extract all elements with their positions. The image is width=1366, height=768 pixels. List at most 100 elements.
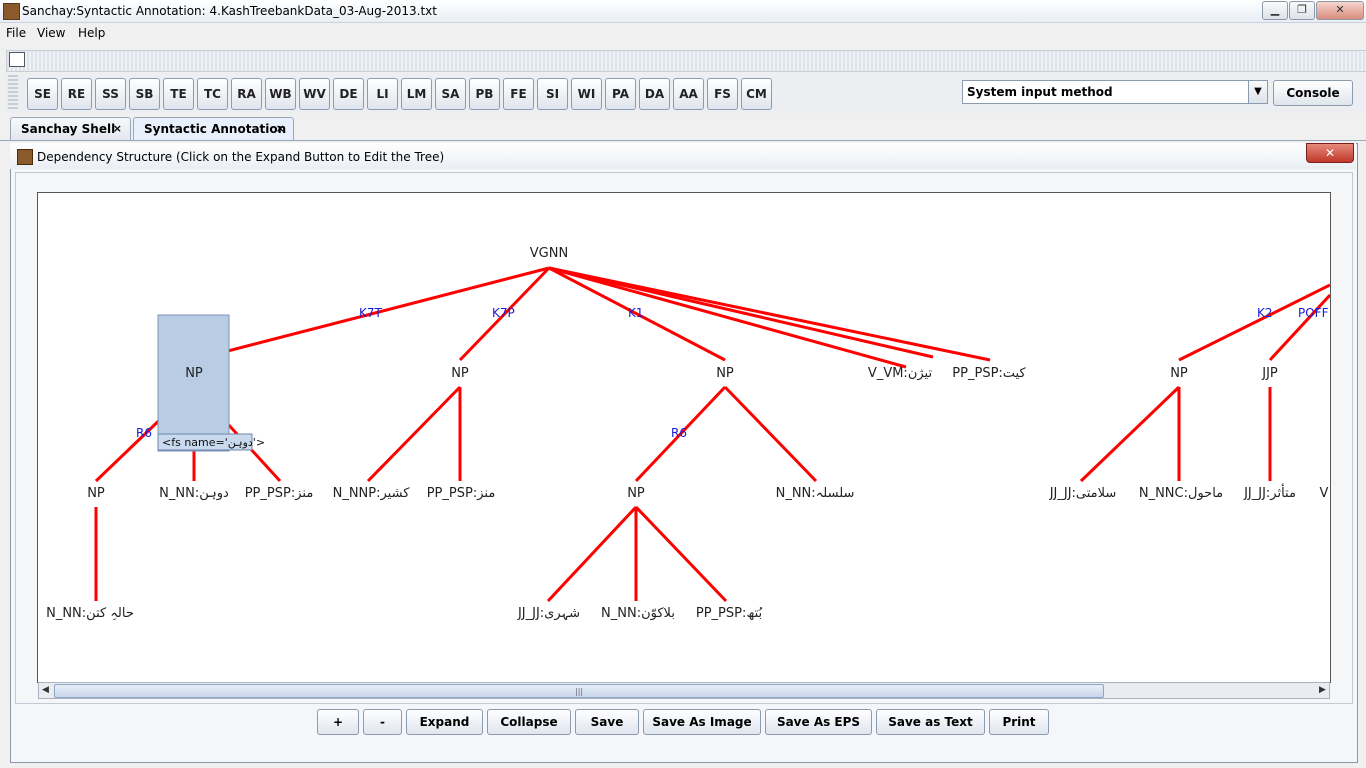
edge-label: K1 [628, 306, 644, 320]
tab-label: Sanchay Shell [21, 122, 116, 136]
close-icon[interactable]: × [276, 118, 285, 140]
tree-edge [723, 385, 818, 483]
tree-edge [1268, 293, 1330, 362]
maximize-button[interactable]: ❐ [1289, 1, 1315, 20]
edge-label: R6 [671, 426, 687, 440]
toolbar-button[interactable]: AA [673, 78, 704, 110]
tree-node[interactable]: NP [627, 486, 645, 501]
toolbar-button[interactable]: LM [401, 78, 432, 110]
app-icon [3, 3, 20, 20]
edge-label: R6 [136, 426, 152, 440]
toolbar-button[interactable]: TC [197, 78, 228, 110]
tree-edge [1079, 385, 1181, 483]
toolbar-strip [6, 50, 1366, 72]
toolbar-button[interactable]: DE [333, 78, 364, 110]
scroll-thumb[interactable]: ||| [54, 684, 1104, 698]
toolbar-button[interactable]: RE [61, 78, 92, 110]
tree-leaf[interactable]: JJ_JJ:متأثر [1243, 483, 1296, 501]
tab-syntactic-annotation[interactable]: Syntactic Annotation × [133, 117, 294, 140]
collapse-button[interactable]: Collapse [487, 709, 571, 735]
horizontal-scrollbar[interactable]: ◀ ||| ▶ [38, 682, 1330, 699]
tree-edge [1178, 283, 1330, 362]
tree-node[interactable]: NP [451, 366, 469, 381]
window-title: Sanchay:Syntactic Annotation: 4.KashTree… [22, 4, 437, 18]
toolbar-button[interactable]: DA [639, 78, 670, 110]
toolbar-grip[interactable] [8, 75, 18, 111]
toolbar-button[interactable]: PB [469, 78, 500, 110]
frame-title: Dependency Structure (Click on the Expan… [37, 150, 445, 164]
console-button[interactable]: Console [1273, 80, 1353, 106]
edge-label: POFF [1298, 306, 1329, 320]
tree-leaf[interactable]: JJ_JJ:شہری [517, 606, 580, 621]
zoom-out-button[interactable]: - [363, 709, 402, 735]
tree-leaf[interactable]: JJ_JJ:سلامتی [1049, 486, 1117, 501]
menu-bar: File View Help [0, 23, 1366, 43]
tree-node[interactable]: NP [1170, 366, 1188, 381]
tree-edge [546, 505, 638, 603]
tree-edges [94, 266, 1330, 603]
toolbar-button[interactable]: SA [435, 78, 466, 110]
tree-leaf[interactable]: PP_PSP:کیت [952, 366, 1026, 381]
close-window-button[interactable]: ✕ [1316, 1, 1364, 20]
toolbar-button[interactable]: SI [537, 78, 568, 110]
expand-button[interactable]: Expand [406, 709, 483, 735]
toolbar-button[interactable]: LI [367, 78, 398, 110]
edge-label: K7P [492, 306, 515, 320]
save-as-image-button[interactable]: Save As Image [643, 709, 761, 735]
tree-edge [548, 266, 934, 359]
toolbar-button[interactable]: CM [741, 78, 772, 110]
tree-leaf[interactable]: PP_PSP:بُتھ [696, 606, 763, 621]
menu-help[interactable]: Help [78, 26, 105, 40]
input-method-select[interactable]: System input method ▼ [962, 80, 1268, 104]
tree-node[interactable]: JJP [1261, 366, 1278, 381]
tree-leaf[interactable]: V_VM:تیژن [868, 366, 933, 381]
toolbar-button[interactable]: TE [163, 78, 194, 110]
tree-canvas[interactable]: K7T K7P K1 K2 POFF R6 R6 VGNN NP NP NP N… [37, 192, 1331, 683]
save-as-eps-button[interactable]: Save As EPS [765, 709, 872, 735]
menu-file[interactable]: File [6, 26, 26, 40]
tree-leaf[interactable]: N_NNP:کشیر [333, 486, 411, 501]
selected-node-highlight[interactable] [157, 314, 230, 452]
tree-node[interactable]: NP [716, 366, 734, 381]
tree-edge [366, 385, 462, 483]
tree-node[interactable]: NP [185, 366, 203, 381]
tree-leaf[interactable]: N_NNC:ماحول [1139, 486, 1223, 501]
frame-header: Dependency Structure (Click on the Expan… [10, 143, 1356, 169]
toolbar-button[interactable]: SB [129, 78, 160, 110]
tree-node-root[interactable]: VGNN [530, 246, 568, 261]
tree-leaf[interactable]: N_NN:سلسلہ [776, 486, 855, 501]
print-button[interactable]: Print [989, 709, 1049, 735]
toolbar-button[interactable]: PA [605, 78, 636, 110]
tree-edge [548, 266, 907, 369]
window-toggle-icon[interactable] [9, 52, 25, 67]
toolbar-button[interactable]: RA [231, 78, 262, 110]
tree-leaf[interactable]: PP_PSP:منز [245, 486, 314, 501]
toolbar-button[interactable]: WV [299, 78, 330, 110]
toolbar-button[interactable]: WI [571, 78, 602, 110]
edge-label: K2 [1257, 306, 1273, 320]
input-method-value: System input method [967, 85, 1113, 99]
dependency-tree: K7T K7P K1 K2 POFF R6 R6 VGNN NP NP NP N… [46, 246, 1330, 621]
toolbar-button[interactable]: WB [265, 78, 296, 110]
scroll-left-icon[interactable]: ◀ [39, 683, 52, 698]
tree-leaf[interactable]: N_NN:حالہِ کتن [46, 606, 134, 621]
toolbar-button[interactable]: FS [707, 78, 738, 110]
tree-leaf[interactable]: V [1320, 486, 1329, 501]
toolbar-button[interactable]: SS [95, 78, 126, 110]
tree-leaf[interactable]: PP_PSP:منز [427, 486, 496, 501]
minimize-button[interactable]: ▁ [1262, 1, 1288, 20]
save-as-text-button[interactable]: Save as Text [876, 709, 985, 735]
tree-leaf[interactable]: N_NN:دوہن [159, 486, 229, 501]
toolbar-button[interactable]: SE [27, 78, 58, 110]
frame-close-button[interactable]: ✕ [1306, 143, 1354, 163]
tree-leaf[interactable]: N_NN:بلاکوّن [601, 606, 675, 621]
menu-view[interactable]: View [37, 26, 65, 40]
scroll-right-icon[interactable]: ▶ [1316, 683, 1329, 698]
zoom-in-button[interactable]: + [317, 709, 359, 735]
close-icon[interactable]: × [113, 118, 122, 140]
tree-node[interactable]: NP [87, 486, 105, 501]
save-button[interactable]: Save [575, 709, 639, 735]
toolbar-button[interactable]: FE [503, 78, 534, 110]
chevron-down-icon[interactable]: ▼ [1248, 81, 1267, 103]
tab-sanchay-shell[interactable]: Sanchay Shell × [10, 117, 131, 140]
